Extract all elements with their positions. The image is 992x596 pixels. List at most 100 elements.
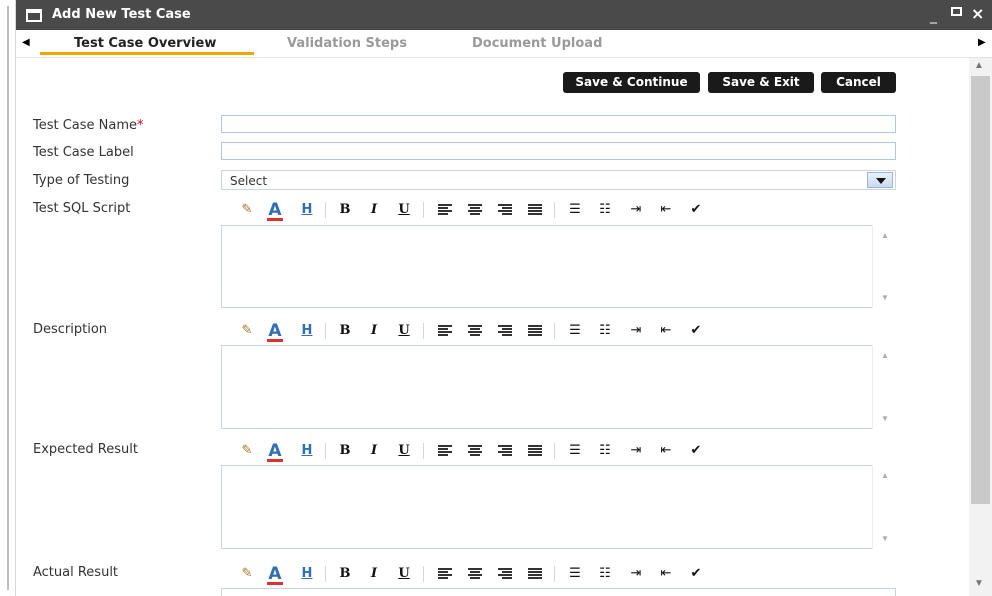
bold-icon[interactable]: B [334,199,356,221]
highlight-icon[interactable]: H [296,440,318,462]
font-color-icon[interactable]: A [264,563,286,585]
editor-scroll-down-icon[interactable]: ▼ [881,534,889,543]
numbered-list-icon[interactable]: ☰ [564,440,586,462]
outdent-icon[interactable]: ⇤ [655,440,677,462]
underline-icon[interactable]: U [393,320,415,342]
page-edge-line [7,6,9,590]
type-of-testing-label: Type of Testing [33,173,130,188]
indent-icon[interactable]: ⇥ [625,199,647,221]
tab-scroll-right-icon[interactable]: ▶ [978,37,986,48]
format-painter-icon[interactable]: ✎ [236,199,258,221]
editor-scroll-up-icon[interactable]: ▲ [881,471,889,480]
maximize-button[interactable] [951,7,962,16]
align-right-icon[interactable] [493,440,515,462]
editor-scrollbar[interactable]: ▲ ▼ [872,345,896,429]
outdent-icon[interactable]: ⇤ [655,563,677,585]
italic-icon[interactable]: I [363,440,385,462]
editor-scroll-up-icon[interactable]: ▲ [881,231,889,240]
clear-format-icon[interactable]: ✔ [685,199,707,221]
font-color-icon[interactable]: A [264,199,286,221]
numbered-list-icon[interactable]: ☰ [564,320,586,342]
align-left-icon[interactable] [433,199,455,221]
highlight-icon[interactable]: H [296,563,318,585]
highlight-icon[interactable]: H [296,320,318,342]
indent-icon[interactable]: ⇥ [625,440,647,462]
tab-validation-steps[interactable]: Validation Steps [287,36,407,51]
bullet-list-icon[interactable]: ☷ [594,440,616,462]
font-color-icon[interactable]: A [264,440,286,462]
page-scrollbar[interactable]: ▲ ▼ [969,58,992,596]
bullet-list-icon[interactable]: ☷ [594,563,616,585]
save-continue-button[interactable]: Save & Continue [563,72,700,93]
tab-document-upload[interactable]: Document Upload [472,36,602,51]
test-case-label-input[interactable] [221,142,896,160]
toolbar-separator [554,566,555,582]
editor-scroll-up-icon[interactable]: ▲ [881,351,889,360]
description-toolbar: ✎ A H B I U ☰ ☷ ⇥ ⇤ ✔ [236,320,876,342]
minimize-button[interactable]: _ [930,8,937,24]
test-case-name-input[interactable] [221,115,896,133]
editor-scrollbar[interactable]: ▲ ▼ [872,225,896,308]
bullet-list-icon[interactable]: ☷ [594,320,616,342]
align-center-icon[interactable] [463,320,485,342]
align-center-icon[interactable] [463,199,485,221]
justify-icon[interactable] [523,563,545,585]
bold-icon[interactable]: B [334,440,356,462]
align-right-icon[interactable] [493,320,515,342]
underline-icon[interactable]: U [393,199,415,221]
clear-format-icon[interactable]: ✔ [685,563,707,585]
required-mark: * [137,118,144,133]
format-painter-icon[interactable]: ✎ [236,440,258,462]
expected-result-editor-frame: ▲ ▼ [221,465,896,549]
toolbar-separator [554,443,555,459]
align-left-icon[interactable] [433,440,455,462]
font-color-icon[interactable]: A [264,320,286,342]
align-left-icon[interactable] [433,563,455,585]
numbered-list-icon[interactable]: ☰ [564,199,586,221]
dropdown-arrow-icon[interactable] [867,172,893,188]
tab-scroll-left-icon[interactable]: ◀ [22,37,30,48]
expected-result-toolbar: ✎ A H B I U ☰ ☷ ⇥ ⇤ ✔ [236,440,876,462]
close-button[interactable]: × [971,4,984,23]
format-painter-icon[interactable]: ✎ [236,563,258,585]
align-left-icon[interactable] [433,320,455,342]
highlight-icon[interactable]: H [296,199,318,221]
editor-scroll-down-icon[interactable]: ▼ [881,293,889,302]
clear-format-icon[interactable]: ✔ [685,320,707,342]
align-right-icon[interactable] [493,199,515,221]
scrollbar-thumb[interactable] [971,76,990,504]
underline-icon[interactable]: U [393,563,415,585]
italic-icon[interactable]: I [363,199,385,221]
tab-test-case-overview[interactable]: Test Case Overview [74,36,216,51]
outdent-icon[interactable]: ⇤ [655,199,677,221]
justify-icon[interactable] [523,320,545,342]
italic-icon[interactable]: I [363,320,385,342]
numbered-list-icon[interactable]: ☰ [564,563,586,585]
justify-icon[interactable] [523,440,545,462]
justify-icon[interactable] [523,199,545,221]
font-color-glyph: A [268,441,282,461]
indent-icon[interactable]: ⇥ [625,320,647,342]
type-of-testing-select[interactable]: Select [221,170,896,190]
bold-icon[interactable]: B [334,563,356,585]
editor-scroll-down-icon[interactable]: ▼ [881,414,889,423]
outdent-icon[interactable]: ⇤ [655,320,677,342]
editor-scrollbar[interactable]: ▲ ▼ [872,465,896,549]
cancel-button[interactable]: Cancel [821,72,896,93]
scroll-down-icon[interactable]: ▼ [974,578,984,589]
bold-icon[interactable]: B [334,320,356,342]
indent-icon[interactable]: ⇥ [625,563,647,585]
underline-icon[interactable]: U [393,440,415,462]
align-center-icon[interactable] [463,563,485,585]
save-exit-button[interactable]: Save & Exit [708,72,814,93]
type-of-testing-value: Select [230,174,268,188]
clear-format-icon[interactable]: ✔ [685,440,707,462]
actual-result-editor[interactable] [221,588,896,596]
align-center-icon[interactable] [463,440,485,462]
format-painter-icon[interactable]: ✎ [236,320,258,342]
scroll-up-icon[interactable]: ▲ [974,60,984,71]
italic-icon[interactable]: I [363,563,385,585]
bullet-list-icon[interactable]: ☷ [594,199,616,221]
align-right-icon[interactable] [493,563,515,585]
font-color-bar [267,218,283,221]
